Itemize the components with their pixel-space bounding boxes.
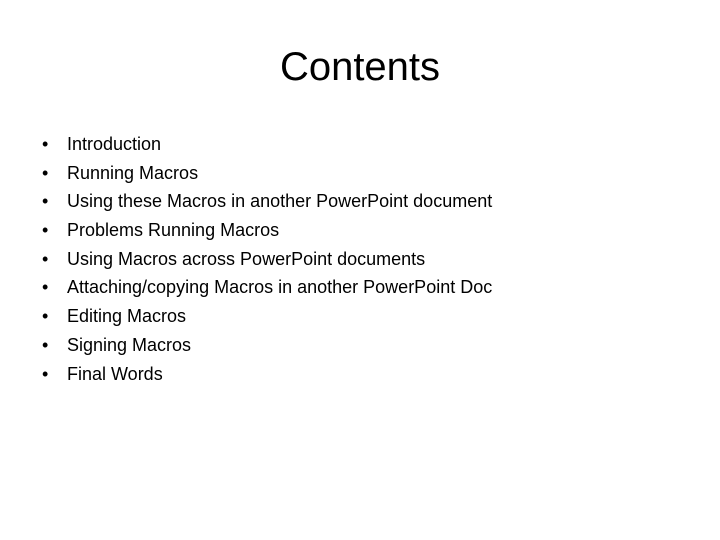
- list-item-label: Running Macros: [67, 162, 199, 183]
- list-item[interactable]: • Running Macros: [36, 159, 684, 188]
- presentation-slide: Contents • Introduction • Running Macros…: [0, 0, 720, 540]
- list-item-label: Using these Macros in another PowerPoint…: [67, 191, 493, 212]
- bullet-icon: •: [42, 162, 49, 183]
- list-item-label: Final Words: [67, 363, 163, 384]
- list-item[interactable]: • Introduction: [36, 130, 684, 159]
- page-title: Contents: [279, 45, 441, 89]
- list-item[interactable]: • Problems Running Macros: [36, 216, 684, 245]
- bullet-icon: •: [42, 306, 49, 327]
- contents-bullet-list: • Introduction • Running Macros • Using …: [36, 130, 684, 388]
- list-item-label: Problems Running Macros: [67, 220, 280, 241]
- list-item-label: Signing Macros: [67, 334, 192, 355]
- list-item[interactable]: • Editing Macros: [36, 302, 684, 331]
- slide-content-placeholder: • Introduction • Running Macros • Using …: [36, 130, 684, 388]
- list-item[interactable]: • Attaching/copying Macros in another Po…: [36, 273, 684, 302]
- bullet-icon: •: [42, 277, 49, 298]
- list-item[interactable]: • Using these Macros in another PowerPoi…: [36, 187, 684, 216]
- list-item-label: Using Macros across PowerPoint documents: [67, 248, 426, 269]
- list-item[interactable]: • Using Macros across PowerPoint documen…: [36, 245, 684, 274]
- list-item-label: Editing Macros: [67, 306, 187, 327]
- bullet-icon: •: [42, 134, 49, 154]
- bullet-icon: •: [42, 363, 49, 384]
- list-item-label: Introduction: [67, 134, 162, 154]
- list-item[interactable]: • Final Words: [36, 360, 684, 389]
- list-item-label: Attaching/copying Macros in another Powe…: [67, 277, 493, 298]
- bullet-icon: •: [42, 334, 49, 355]
- bullet-icon: •: [42, 248, 49, 269]
- list-item[interactable]: • Signing Macros: [36, 331, 684, 360]
- bullet-icon: •: [42, 220, 49, 241]
- bullet-icon: •: [42, 191, 49, 212]
